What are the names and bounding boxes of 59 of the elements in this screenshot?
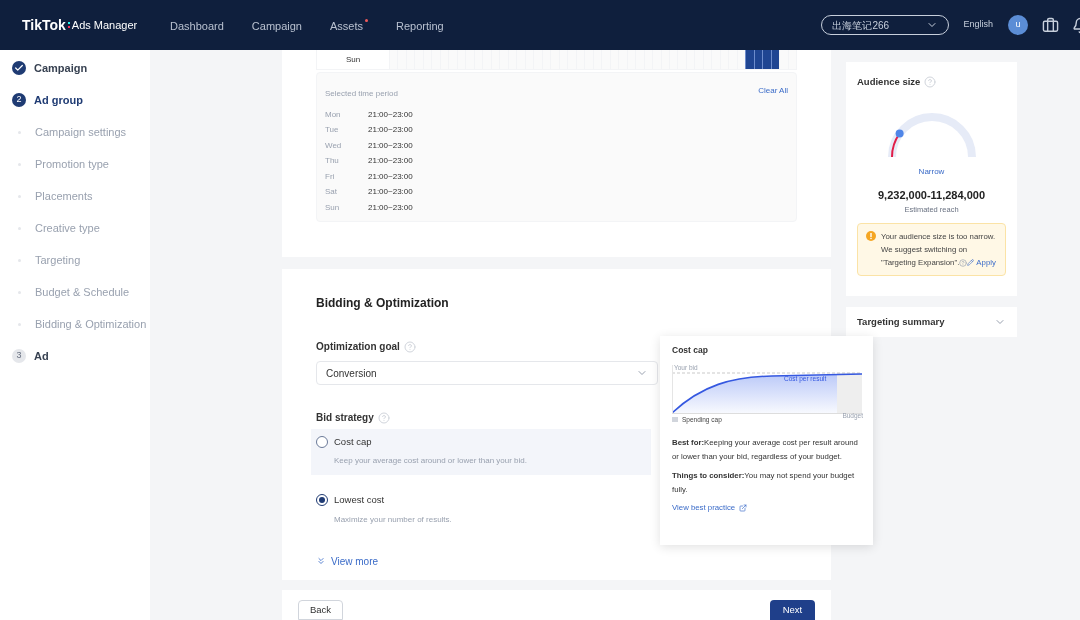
time-range: 21:00~23:00 <box>368 170 413 183</box>
step-number: 3 <box>12 349 26 363</box>
audience-status: Narrow <box>917 166 946 179</box>
briefcase-icon[interactable] <box>1042 16 1059 34</box>
back-button[interactable]: Back <box>298 600 343 620</box>
step-label[interactable]: Ad group <box>34 91 83 109</box>
goal-select[interactable]: Conversion <box>316 361 658 385</box>
option-description: Maximize your number of results. <box>334 513 453 526</box>
external-link-icon <box>739 503 748 512</box>
warning-icon <box>866 231 876 241</box>
logo-dots-icon <box>67 22 70 28</box>
help-icon[interactable] <box>924 76 937 89</box>
step-number: 2 <box>12 93 26 107</box>
nav-link[interactable]: Campaign <box>251 18 302 35</box>
bid-option[interactable]: Cost cap Keep your average cost around or lower than your bid. <box>311 429 651 476</box>
time-range: 21:00~23:00 <box>368 139 413 152</box>
legend-swatch-icon <box>672 416 678 422</box>
time-range: 21:00~23:00 <box>368 108 413 121</box>
language-link[interactable]: English <box>963 18 993 32</box>
time-range: 21:00~23:00 <box>368 201 413 214</box>
option-label: Lowest cost <box>334 493 385 508</box>
help-icon[interactable] <box>959 258 968 267</box>
next-button[interactable]: Next <box>770 600 815 620</box>
product-name: Ads Manager <box>71 17 138 33</box>
option-label: Cost cap <box>334 435 372 449</box>
help-icon[interactable] <box>403 340 416 353</box>
clear-all-link[interactable]: Clear All <box>758 85 788 100</box>
section-title: Bidding & Optimization <box>316 295 450 312</box>
time-range: 21:00~23:00 <box>368 124 413 137</box>
field-label: Optimization goal <box>316 340 400 354</box>
time-range: 21:00~23:00 <box>368 155 413 168</box>
time-slot[interactable] <box>770 50 780 69</box>
day-label: Wed <box>325 139 343 152</box>
step-label[interactable]: Campaign <box>34 59 88 77</box>
field-label: Bid strategy <box>316 411 374 425</box>
day-label: Fri <box>325 170 336 183</box>
brand-logo[interactable]: TikTok <box>22 14 66 36</box>
time-range: 21:00~23:00 <box>368 186 413 199</box>
targeting-summary-header[interactable]: Targeting summary <box>846 307 1017 337</box>
option-description: Keep your average cost around or lower than your bid. <box>334 455 528 468</box>
help-icon[interactable] <box>377 411 390 424</box>
day-label: Sun <box>325 201 341 214</box>
nav-link[interactable]: Assets <box>329 18 368 35</box>
radio-button[interactable] <box>316 436 328 449</box>
day-label: Mon <box>325 108 342 121</box>
view-more-link[interactable]: View more <box>316 553 797 569</box>
card-title: Audience size <box>857 75 921 89</box>
reach-range: 9,232,000-11,284,000 <box>876 188 986 204</box>
day-label: Sat <box>325 186 338 199</box>
nav-link[interactable]: Dashboard <box>170 18 224 35</box>
panel-title: Selected time period <box>325 88 398 100</box>
double-chevron-icon <box>316 556 326 566</box>
day-label: Thu <box>325 155 340 168</box>
step-label[interactable]: Ad <box>34 347 49 365</box>
day-label: Sun <box>344 53 362 66</box>
nav-link[interactable]: Reporting <box>396 18 444 35</box>
popover-title: Cost cap <box>672 344 709 357</box>
day-label: Tue <box>325 124 340 137</box>
pencil-icon <box>967 259 975 267</box>
